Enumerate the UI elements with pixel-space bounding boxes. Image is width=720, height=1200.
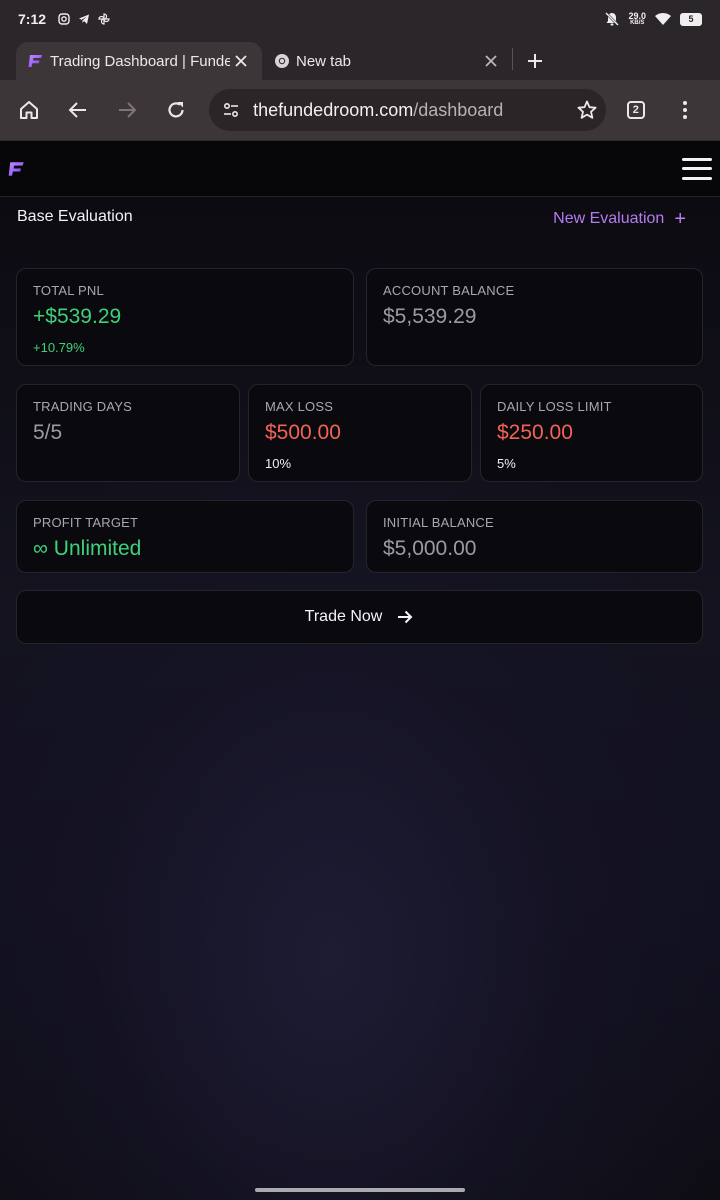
card-label: MAX LOSS [265,399,334,414]
browser-toolbar: thefundedroom.com/dashboard 2 [0,80,720,140]
reload-button[interactable] [154,88,197,132]
bookmark-star-icon[interactable] [576,99,598,121]
card-label: TRADING DAYS [33,399,132,414]
chrome-icon [275,54,289,68]
status-time: 7:12 [18,11,47,27]
trade-now-button[interactable]: Trade Now [16,590,703,644]
close-tab-icon[interactable] [480,50,502,72]
arrow-left-icon [68,102,87,118]
arrow-right-icon [398,610,413,624]
url-path: /dashboard [413,99,504,120]
home-icon [20,101,39,119]
daily-loss-limit-percent: 5% [497,456,516,471]
tab-new-tab[interactable]: New tab [262,42,512,80]
browser-menu-button[interactable] [663,88,706,132]
forward-button[interactable] [106,88,149,132]
card-label: DAILY LOSS LIMIT [497,399,612,414]
max-loss-percent: 10% [265,456,292,471]
card-label: ACCOUNT BALANCE [383,283,515,298]
dashboard-main: Base Evaluation New Evaluation + TOTAL P… [0,198,720,1200]
telegram-icon [79,14,90,24]
funded-room-logo-icon[interactable] [8,160,26,178]
trade-now-label: Trade Now [304,608,383,625]
total-pnl-percent: +10.79% [33,340,85,355]
app-header [0,140,720,197]
new-evaluation-label: New Evaluation [553,210,665,227]
tab-title: Trading Dashboard | Funded Room [50,52,230,70]
tab-count: 2 [626,101,645,119]
battery-level: 5 [688,14,694,24]
gesture-navigation-bar[interactable] [255,1188,465,1192]
evaluation-title: Base Evaluation [17,208,133,225]
card-label: PROFIT TARGET [33,515,139,530]
total-pnl-card: TOTAL PNL +$539.29 +10.79% [16,268,354,366]
hamburger-menu-icon[interactable] [682,156,712,182]
tab-title: New tab [296,52,352,70]
trading-days-value: 5/5 [33,421,63,444]
notifications-off-icon [605,12,620,26]
address-bar[interactable]: thefundedroom.com/dashboard [209,89,607,131]
site-settings-icon[interactable] [221,100,241,120]
plus-icon: + [674,208,686,230]
funded-room-logo-icon [28,55,42,67]
max-loss-value: $500.00 [265,421,341,444]
tab-trading-dashboard[interactable]: Trading Dashboard | Funded Room [16,42,262,80]
initial-balance-value: $5,000.00 [383,537,477,560]
account-balance-value: $5,539.29 [383,305,477,328]
url-host: thefundedroom.com [253,99,414,120]
card-label: TOTAL PNL [33,283,104,298]
new-tab-button[interactable] [513,42,557,80]
instagram-icon [58,13,70,25]
total-pnl-value: +$539.29 [33,305,122,328]
pinwheel-icon [98,13,110,25]
close-tab-icon[interactable] [230,50,252,72]
max-loss-card: MAX LOSS $500.00 10% [248,384,472,482]
daily-loss-limit-card: DAILY LOSS LIMIT $250.00 5% [480,384,703,482]
initial-balance-card: INITIAL BALANCE $5,000.00 [366,500,703,573]
card-label: INITIAL BALANCE [383,515,494,530]
trading-days-card: TRADING DAYS 5/5 [16,384,240,482]
reload-icon [168,102,184,118]
new-evaluation-button[interactable]: New Evaluation + [553,208,686,230]
home-button[interactable] [8,88,51,132]
back-button[interactable] [57,88,100,132]
browser-tab-strip: Trading Dashboard | Funded Room New tab [0,38,720,80]
profit-target-value: ∞ Unlimited [33,537,142,560]
battery-icon: 5 [680,12,702,26]
profit-target-card: PROFIT TARGET ∞ Unlimited [16,500,354,573]
arrow-right-icon [118,102,137,118]
daily-loss-limit-value: $250.00 [497,421,573,444]
wifi-icon [655,12,671,25]
url-text: thefundedroom.com/dashboard [253,100,576,121]
account-balance-card: ACCOUNT BALANCE $5,539.29 [366,268,703,366]
network-speed: 29.0 KB/S [628,10,646,27]
more-vertical-icon [682,101,687,119]
network-speed-unit: KB/S [630,19,645,26]
status-bar: 7:12 29.0 KB/S 5 [0,0,720,38]
plus-icon [528,54,542,68]
network-speed-value: 29.0 [628,10,646,21]
tab-switcher-button[interactable]: 2 [614,88,657,132]
